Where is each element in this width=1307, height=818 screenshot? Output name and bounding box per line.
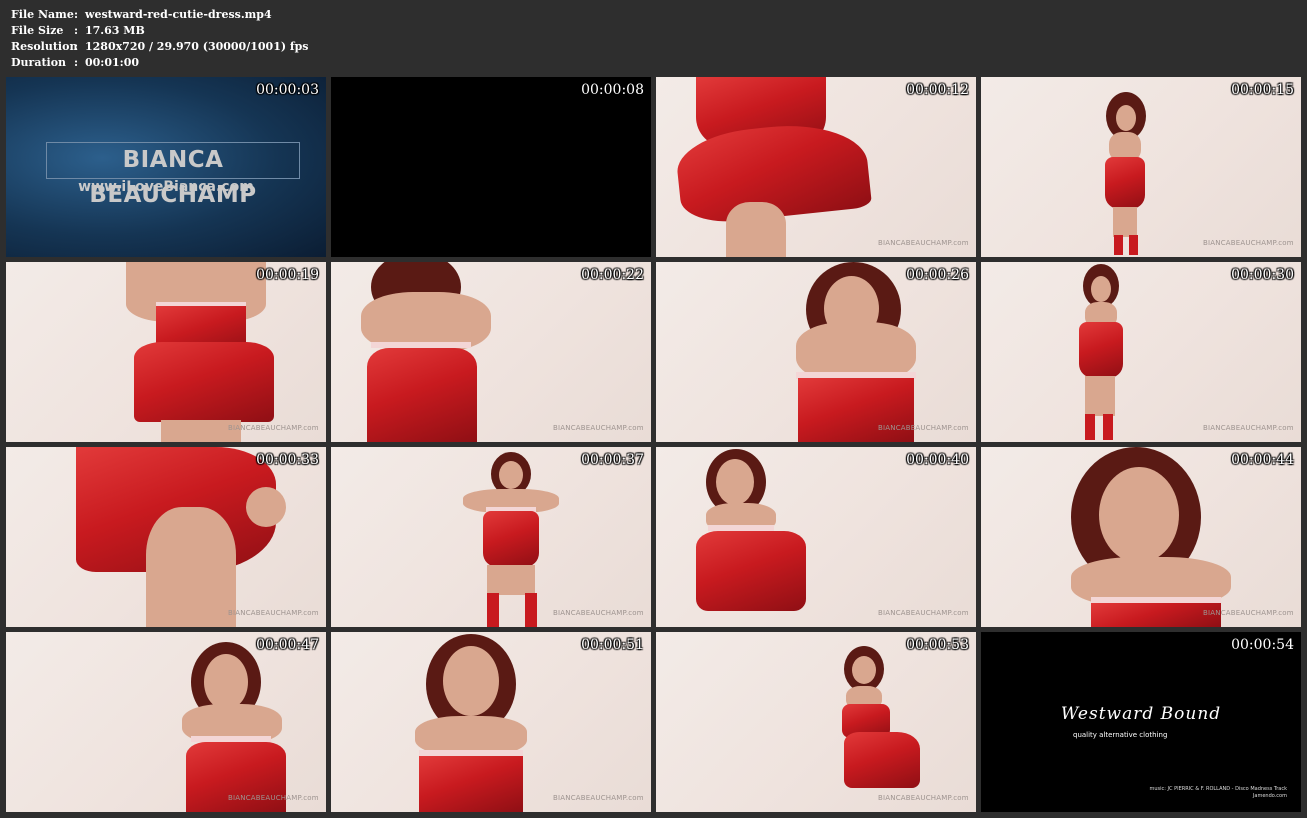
thumbnail-frame[interactable]: BIANCABEAUCHAMP.com 00:00:44: [981, 447, 1301, 627]
thumbnail-timestamp: 00:00:51: [581, 637, 644, 653]
watermark: BIANCABEAUCHAMP.com: [228, 609, 319, 617]
thumbnail-timestamp: 00:00:37: [581, 452, 644, 468]
thumbnail-timestamp: 00:00:03: [256, 82, 319, 98]
intro-brand-title: BIANCA BEAUCHAMP: [46, 142, 300, 208]
watermark: BIANCABEAUCHAMP.com: [228, 424, 319, 432]
thumbnail-frame[interactable]: BIANCABEAUCHAMP.com 00:00:33: [6, 447, 326, 627]
thumbnail-frame[interactable]: BIANCABEAUCHAMP.com 00:00:40: [656, 447, 976, 627]
music-credits: music: JC PIERRIC & F. ROLLAND - Disco M…: [1149, 786, 1287, 800]
thumbnail-timestamp: 00:00:19: [256, 267, 319, 283]
music-credit-source: Jamendo.com: [1252, 793, 1287, 799]
watermark: BIANCABEAUCHAMP.com: [1203, 424, 1294, 432]
music-credit-line: music: JC PIERRIC & F. ROLLAND - Disco M…: [1149, 786, 1287, 792]
watermark: BIANCABEAUCHAMP.com: [878, 239, 969, 247]
thumbnail-timestamp: 00:00:54: [1231, 637, 1294, 653]
thumbnail-timestamp: 00:00:44: [1231, 452, 1294, 468]
watermark: BIANCABEAUCHAMP.com: [228, 794, 319, 802]
file-name-label: File Name: [11, 8, 74, 21]
outro-tagline: quality alternative clothing: [1073, 731, 1168, 739]
watermark: BIANCABEAUCHAMP.com: [878, 424, 969, 432]
thumbnail-timestamp: 00:00:47: [256, 637, 319, 653]
thumbnail-timestamp: 00:00:08: [581, 82, 644, 98]
watermark: BIANCABEAUCHAMP.com: [1203, 239, 1294, 247]
watermark: BIANCABEAUCHAMP.com: [1203, 609, 1294, 617]
thumbnail-timestamp: 00:00:30: [1231, 267, 1294, 283]
duration-label: Duration: [11, 56, 67, 69]
resolution-label: Resolution: [11, 40, 78, 53]
duration-row: Duration : 00:01:00: [11, 55, 309, 71]
resolution-separator: :: [74, 40, 79, 53]
thumbnail-frame[interactable]: BIANCABEAUCHAMP.com 00:00:51: [331, 632, 651, 812]
file-size-row: File Size : 17.63 MB: [11, 23, 309, 39]
thumbnail-timestamp: 00:00:33: [256, 452, 319, 468]
resolution-row: Resolution : 1280x720 / 29.970 (30000/10…: [11, 39, 309, 55]
file-name-separator: :: [74, 8, 79, 21]
thumbnail-frame[interactable]: BIANCABEAUCHAMP.com 00:00:26: [656, 262, 976, 442]
duration-separator: :: [74, 56, 79, 69]
file-size-label: File Size: [11, 24, 64, 37]
file-size-value: 17.63 MB: [85, 24, 145, 37]
thumbnail-intro[interactable]: BIANCA BEAUCHAMP www.iLoveBianca.com 00:…: [6, 77, 326, 257]
thumbnail-frame[interactable]: BIANCABEAUCHAMP.com 00:00:53: [656, 632, 976, 812]
duration-value: 00:01:00: [85, 56, 140, 69]
thumbnail-frame[interactable]: BIANCABEAUCHAMP.com 00:00:19: [6, 262, 326, 442]
thumbnail-timestamp: 00:00:15: [1231, 82, 1294, 98]
file-name-value: westward-red-cutie-dress.mp4: [85, 8, 272, 21]
file-name-row: File Name : westward-red-cutie-dress.mp4: [11, 7, 309, 23]
thumbnail-frame[interactable]: BIANCABEAUCHAMP.com 00:00:12: [656, 77, 976, 257]
thumbnail-timestamp: 00:00:22: [581, 267, 644, 283]
thumbnail-black-frame[interactable]: 00:00:08: [331, 77, 651, 257]
westward-bound-logo: Westward Bound: [1060, 704, 1222, 724]
intro-brand-url: www.iLoveBianca.com: [78, 179, 254, 195]
watermark: BIANCABEAUCHAMP.com: [878, 794, 969, 802]
thumbnail-frame[interactable]: BIANCABEAUCHAMP.com 00:00:15: [981, 77, 1301, 257]
thumbnail-frame[interactable]: BIANCABEAUCHAMP.com 00:00:22: [331, 262, 651, 442]
watermark: BIANCABEAUCHAMP.com: [878, 609, 969, 617]
thumbnail-frame[interactable]: BIANCABEAUCHAMP.com 00:00:47: [6, 632, 326, 812]
thumbnail-timestamp: 00:00:12: [906, 82, 969, 98]
file-info-panel: File Name : westward-red-cutie-dress.mp4…: [11, 7, 309, 71]
file-size-separator: :: [74, 24, 79, 37]
resolution-value: 1280x720 / 29.970 (30000/1001) fps: [85, 40, 309, 53]
thumbnail-timestamp: 00:00:26: [906, 267, 969, 283]
watermark: BIANCABEAUCHAMP.com: [553, 794, 644, 802]
thumbnail-frame[interactable]: BIANCABEAUCHAMP.com 00:00:30: [981, 262, 1301, 442]
thumbnail-frame[interactable]: BIANCABEAUCHAMP.com 00:00:37: [331, 447, 651, 627]
thumbnail-timestamp: 00:00:53: [906, 637, 969, 653]
thumbnail-grid: BIANCA BEAUCHAMP www.iLoveBianca.com 00:…: [6, 77, 1301, 812]
watermark: BIANCABEAUCHAMP.com: [553, 424, 644, 432]
thumbnail-timestamp: 00:00:40: [906, 452, 969, 468]
watermark: BIANCABEAUCHAMP.com: [553, 609, 644, 617]
thumbnail-outro[interactable]: Westward Bound quality alternative cloth…: [981, 632, 1301, 812]
